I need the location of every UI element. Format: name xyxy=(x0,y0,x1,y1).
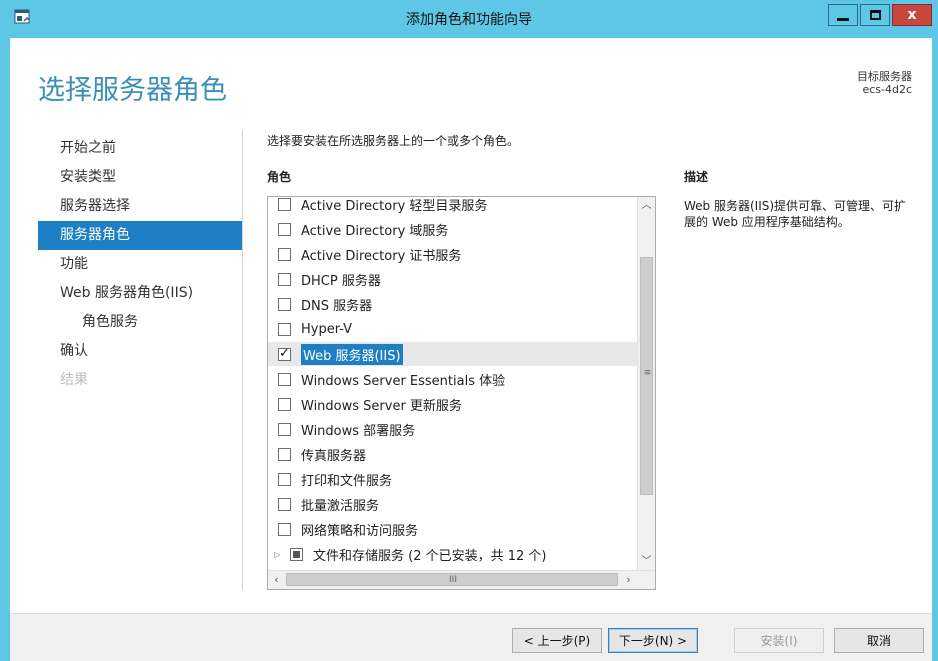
close-button[interactable]: x xyxy=(892,4,932,26)
role-label: 批量激活服务 xyxy=(301,498,380,514)
roles-header: 角色 xyxy=(267,170,292,184)
window-title: 添加角色和功能向导 xyxy=(406,12,532,28)
close-icon: x xyxy=(907,7,917,23)
horizontal-scrollbar[interactable]: ‹ III › xyxy=(268,570,655,589)
role-label: 传真服务器 xyxy=(301,448,367,464)
role-checkbox[interactable] xyxy=(278,346,291,361)
scroll-left-arrow-icon[interactable]: ‹ xyxy=(268,571,285,589)
role-checkbox[interactable] xyxy=(278,222,291,236)
role-row-dhcp[interactable]: DHCP 服务器 xyxy=(268,267,637,291)
description-header: 描述 xyxy=(684,170,709,184)
role-row-wsus[interactable]: Windows Server 更新服务 xyxy=(268,392,637,416)
role-row-print-file[interactable]: 打印和文件服务 xyxy=(268,467,637,491)
role-label: Windows 部署服务 xyxy=(301,423,416,439)
role-checkbox[interactable] xyxy=(278,422,291,436)
role-row-wds[interactable]: Windows 部署服务 xyxy=(268,417,637,441)
target-server-label: 目标服务器 xyxy=(857,70,912,83)
role-checkbox[interactable] xyxy=(278,472,291,486)
previous-button[interactable]: < 上一步(P) xyxy=(512,628,602,653)
role-row-ad-ds[interactable]: Active Directory 域服务 xyxy=(268,217,637,241)
nav-item-installation-type[interactable]: 安装类型 xyxy=(38,163,242,192)
role-checkbox[interactable] xyxy=(278,297,291,311)
role-checkbox[interactable] xyxy=(278,447,291,461)
role-label: Windows Server 更新服务 xyxy=(301,398,462,414)
role-checkbox[interactable] xyxy=(278,272,291,286)
role-row-hyper-v[interactable]: Hyper-V xyxy=(268,317,637,341)
page-title: 选择服务器角色 xyxy=(38,75,227,106)
cancel-button[interactable]: 取消 xyxy=(834,628,924,653)
roles-list-viewport: Active Directory 轻型目录服务 Active Directory… xyxy=(268,197,637,570)
role-row-essentials[interactable]: Windows Server Essentials 体验 xyxy=(268,367,637,391)
nav-item-server-selection[interactable]: 服务器选择 xyxy=(38,192,242,221)
nav-item-before-you-begin[interactable]: 开始之前 xyxy=(38,134,242,163)
title-bar[interactable]: 添加角色和功能向导 x xyxy=(0,0,938,38)
role-label: DNS 服务器 xyxy=(301,298,373,314)
vertical-scroll-thumb[interactable]: ≡ xyxy=(640,257,653,495)
target-server-value: ecs-4d2c xyxy=(862,83,912,96)
nav-divider xyxy=(242,130,243,590)
scroll-up-arrow-icon[interactable]: ︿ xyxy=(638,197,655,214)
nav-item-server-roles[interactable]: 服务器角色 xyxy=(38,221,242,250)
minimize-icon xyxy=(837,17,849,21)
install-button: 安装(I) xyxy=(734,628,824,653)
role-row-volume-activation[interactable]: 批量激活服务 xyxy=(268,492,637,516)
role-label: 打印和文件服务 xyxy=(301,473,393,489)
role-label: 文件和存储服务 (2 个已安装，共 12 个) xyxy=(313,548,547,564)
wizard-footer: < 上一步(P) 下一步(N) > 安装(I) 取消 xyxy=(10,613,932,661)
role-row-nps[interactable]: 网络策略和访问服务 xyxy=(268,517,637,541)
nav-item-features[interactable]: 功能 xyxy=(38,250,242,279)
wizard-nav: 开始之前 安装类型 服务器选择 服务器角色 功能 Web 服务器角色(IIS) … xyxy=(38,134,242,395)
minimize-button[interactable] xyxy=(828,4,858,26)
role-row-ad-cs[interactable]: Active Directory 证书服务 xyxy=(268,242,637,266)
role-label: 网络策略和访问服务 xyxy=(301,523,419,539)
role-checkbox[interactable] xyxy=(290,547,303,561)
expand-arrow-icon[interactable]: ▷ xyxy=(274,550,286,559)
roles-list[interactable]: Active Directory 轻型目录服务 Active Directory… xyxy=(267,196,656,590)
vertical-scrollbar[interactable]: ︿ ≡ ﹀ xyxy=(637,197,655,570)
instruction-text: 选择要安装在所选服务器上的一个或多个角色。 xyxy=(267,134,520,148)
role-checkbox[interactable] xyxy=(278,397,291,411)
role-label: Web 服务器(IIS) xyxy=(301,343,403,365)
nav-item-confirmation[interactable]: 确认 xyxy=(38,337,242,366)
nav-item-results: 结果 xyxy=(60,372,88,388)
role-row-fax[interactable]: 传真服务器 xyxy=(268,442,637,466)
description-text: Web 服务器(IIS)提供可靠、可管理、可扩展的 Web 应用程序基础结构。 xyxy=(684,199,907,229)
role-row-file-storage[interactable]: ▷ 文件和存储服务 (2 个已安装，共 12 个) xyxy=(268,542,637,566)
nav-item-role-services[interactable]: 角色服务 xyxy=(38,308,242,337)
role-label: Active Directory 证书服务 xyxy=(301,248,462,264)
role-label: Active Directory 域服务 xyxy=(301,223,449,239)
next-button[interactable]: 下一步(N) > xyxy=(608,628,698,653)
role-checkbox[interactable] xyxy=(278,247,291,261)
role-checkbox[interactable] xyxy=(278,322,291,336)
scroll-grip-icon: III xyxy=(449,575,457,585)
horizontal-scroll-thumb[interactable]: III xyxy=(286,573,618,586)
role-checkbox[interactable] xyxy=(278,522,291,536)
role-label: Hyper-V xyxy=(301,321,353,337)
nav-item-web-server-role[interactable]: Web 服务器角色(IIS) xyxy=(38,279,242,308)
maximize-button[interactable] xyxy=(860,4,890,26)
role-checkbox[interactable] xyxy=(278,197,291,211)
role-row-ad-lds[interactable]: Active Directory 轻型目录服务 xyxy=(268,197,637,216)
role-label: Active Directory 轻型目录服务 xyxy=(301,198,488,214)
role-checkbox[interactable] xyxy=(278,497,291,511)
role-checkbox[interactable] xyxy=(278,372,291,386)
role-label: Windows Server Essentials 体验 xyxy=(301,373,506,389)
role-row-web-server-iis[interactable]: Web 服务器(IIS) xyxy=(268,342,637,366)
scroll-grip-icon: ≡ xyxy=(643,368,652,378)
scroll-right-arrow-icon[interactable]: › xyxy=(620,571,637,589)
role-row-dns[interactable]: DNS 服务器 xyxy=(268,292,637,316)
wizard-client-area: 选择服务器角色 目标服务器 ecs-4d2c 开始之前 安装类型 服务器选择 服… xyxy=(10,38,932,661)
scroll-down-arrow-icon[interactable]: ﹀ xyxy=(638,553,655,570)
role-label: DHCP 服务器 xyxy=(301,273,381,289)
maximize-icon xyxy=(869,10,881,20)
